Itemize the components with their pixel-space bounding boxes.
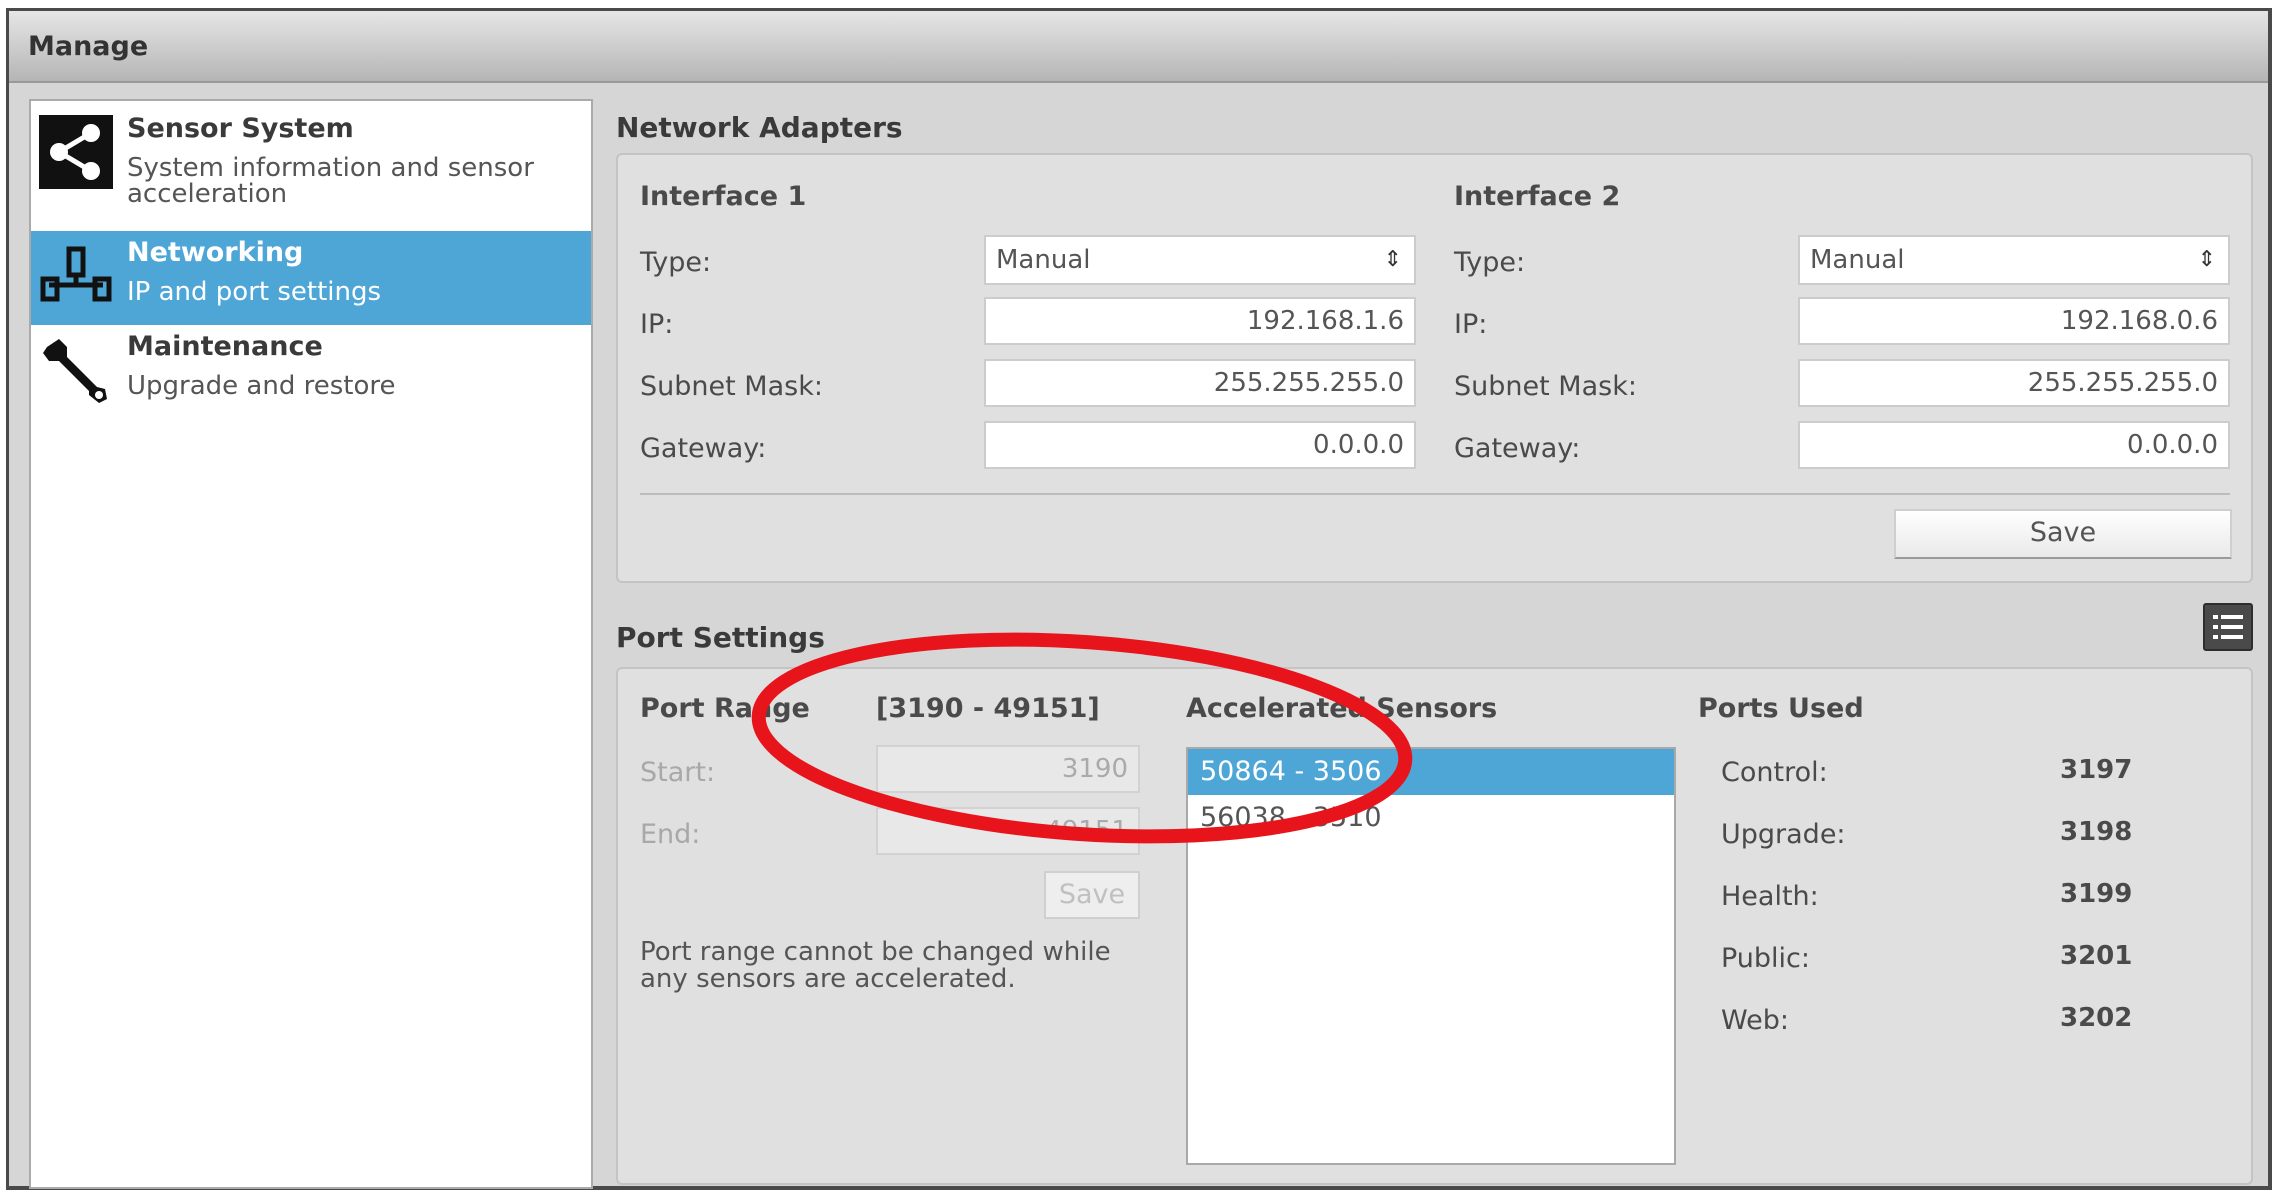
highlight-ellipse-annotation — [751, 632, 1413, 844]
